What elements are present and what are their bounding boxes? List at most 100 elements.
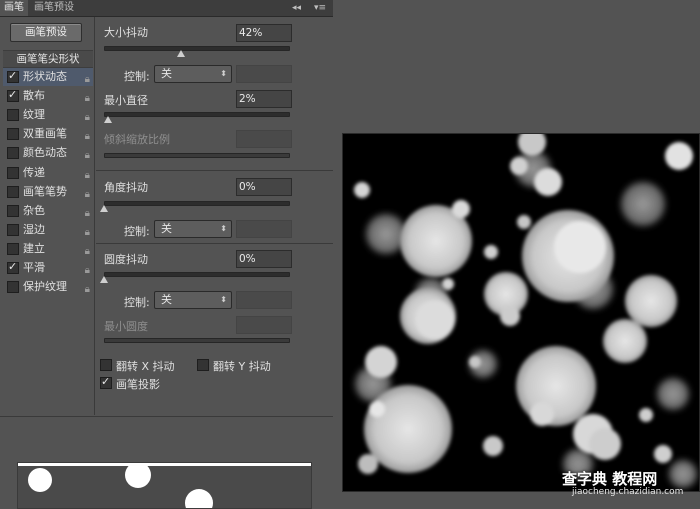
sidebar-item[interactable]: 画笔笔势 🔒︎ [3,183,93,201]
divider [0,416,333,417]
checkmark-icon: ✓ [8,260,18,273]
flip-x-label: 翻转 X 抖动 [116,360,175,373]
angle-control-select[interactable]: 关 ⬍ [154,220,232,238]
sidebar-item-label: 建立 [23,241,45,255]
roundness-jitter-slider[interactable] [104,272,290,277]
size-jitter-slider[interactable] [104,46,290,51]
divider [96,170,333,171]
size-control-value: 关 [161,67,172,80]
document-canvas[interactable] [342,133,700,492]
brush-projection-checkbox[interactable]: ✓ 画笔投影 [100,375,210,392]
roundness-control-select[interactable]: 关 ⬍ [154,291,232,309]
sidebar-item-label: 形状动态 [23,70,67,83]
checkmark-icon: ✓ [8,88,18,102]
panel-tabbar: 画笔 画笔预设 ◂◂ ▾≡ [0,0,333,17]
tilt-scale-input [236,130,292,148]
brush-panel: 画笔 画笔预设 ◂◂ ▾≡ 画笔预设 画笔笔尖形状 ✓ 形状动态 🔒︎ ✓ 散布 🔒︎ 纹理… [0,0,333,509]
sidebar-item[interactable]: 纹理 🔒︎ [3,106,93,124]
flip-x-checkbox[interactable]: 翻转 X 抖动 [100,358,210,374]
sidebar-item-checkbox[interactable] [7,185,19,198]
sidebar-item[interactable]: 建立 🔒︎ [3,240,93,258]
roundness-jitter-slider-thumb[interactable] [100,276,108,283]
checkmark-icon: ✓ [101,375,111,388]
sidebar-item[interactable]: ✓ 散布 🔒︎ [3,87,93,105]
brush-projection-checkbox-box: ✓ [100,375,112,389]
min-roundness-label: 最小圆度 [104,320,148,333]
stroke-preview-image [18,463,311,508]
roundness-control-value: 关 [161,293,172,306]
min-diameter-input[interactable]: 2% [236,90,292,108]
sidebar-item[interactable]: 颜色动态 🔒︎ [3,144,93,162]
lock-icon[interactable]: 🔒︎ [85,281,90,299]
size-control-label: 控制: [124,70,150,83]
shape-dynamics-settings: 大小抖动 42% 控制: 关 ⬍ 最小直径 2% 倾斜缩放比例 角度抖动 0% … [96,17,333,417]
brush-tip-shape-header[interactable]: 画笔笔尖形状 [3,50,93,68]
sidebar-item[interactable]: 双重画笔 🔒︎ [3,125,93,143]
sidebar-item-checkbox[interactable] [7,147,19,160]
flip-y-checkbox-box [197,359,209,371]
sidebar-item-checkbox[interactable]: ✓ [7,88,19,103]
sidebar-item-label: 画笔笔势 [23,184,67,198]
sidebar-item-label: 颜色动态 [23,146,67,160]
collapse-icon[interactable]: ◂◂ [292,0,301,16]
chevron-updown-icon: ⬍ [220,69,227,78]
sidebar-item-checkbox[interactable] [7,166,19,179]
bokeh-brush-image [343,134,699,491]
sidebar-item-label: 双重画笔 [23,127,67,141]
flip-x-checkbox-box [100,359,112,371]
sidebar-item-label: 散布 [23,89,45,103]
size-control-extra-field [236,65,292,83]
angle-jitter-label: 角度抖动 [104,181,148,194]
chevron-updown-icon: ⬍ [220,224,227,233]
sidebar-item[interactable]: 传递 🔒︎ [3,164,93,182]
tilt-scale-label: 倾斜缩放比例 [104,133,170,146]
sidebar-item[interactable]: 保护纹理 🔒︎ [3,278,93,296]
size-jitter-label: 大小抖动 [104,26,148,39]
min-roundness-input [236,316,292,334]
sidebar-item[interactable]: 湿边 🔒︎ [3,221,93,239]
sidebar-item-label: 传递 [23,165,45,179]
brush-settings-sidebar: 画笔预设 画笔笔尖形状 ✓ 形状动态 🔒︎ ✓ 散布 🔒︎ 纹理 🔒︎ 双重画笔 🔒︎ 颜色动态 🔒︎… [0,17,95,415]
sidebar-item-checkbox[interactable] [7,109,19,122]
min-diameter-slider[interactable] [104,112,290,117]
watermark-url: jiaocheng.chazidian.com [572,487,684,497]
watermark-logo: 查字典 教程网 [562,470,658,488]
chevron-updown-icon: ⬍ [220,295,227,304]
divider [96,243,333,244]
flip-y-label: 翻转 Y 抖动 [213,360,271,373]
sidebar-item-checkbox[interactable] [7,223,19,236]
angle-jitter-input[interactable]: 0% [236,178,292,196]
panel-menu-icon[interactable]: ▾≡ [314,0,326,16]
min-diameter-label: 最小直径 [104,94,148,107]
size-jitter-input[interactable]: 42% [236,24,292,42]
brush-projection-label: 画笔投影 [116,378,160,391]
angle-jitter-slider[interactable] [104,201,290,206]
sidebar-item[interactable]: ✓ 形状动态 🔒︎ [3,68,93,86]
sidebar-item-label: 纹理 [23,108,45,122]
size-jitter-slider-thumb[interactable] [177,50,186,57]
sidebar-item[interactable]: 杂色 🔒︎ [3,202,93,220]
tab-brush[interactable]: 画笔 [0,0,28,16]
sidebar-item-label: 保护纹理 [23,280,67,294]
min-diameter-slider-thumb[interactable] [103,116,112,123]
flip-y-checkbox[interactable]: 翻转 Y 抖动 [197,358,307,374]
roundness-control-label: 控制: [124,296,150,309]
roundness-jitter-label: 圆度抖动 [104,253,148,266]
sidebar-item-label: 平滑 [23,261,45,274]
sidebar-item-checkbox[interactable] [7,204,19,217]
angle-jitter-slider-thumb[interactable] [100,205,108,212]
angle-control-label: 控制: [124,225,150,238]
brush-presets-button[interactable]: 画笔预设 [10,23,82,42]
sidebar-item-label: 杂色 [23,203,45,217]
brush-stroke-preview [17,462,312,509]
sidebar-item-checkbox[interactable]: ✓ [7,260,19,274]
tab-brush-presets[interactable]: 画笔预设 [30,0,78,16]
sidebar-item-checkbox[interactable]: ✓ [7,69,19,83]
sidebar-item-checkbox[interactable] [7,281,19,294]
angle-control-value: 关 [161,222,172,235]
sidebar-item-checkbox[interactable] [7,242,19,255]
roundness-jitter-input[interactable]: 0% [236,250,292,268]
size-control-select[interactable]: 关 ⬍ [154,65,232,83]
sidebar-item-checkbox[interactable] [7,128,19,141]
sidebar-item[interactable]: ✓ 平滑 🔒︎ [3,259,93,277]
